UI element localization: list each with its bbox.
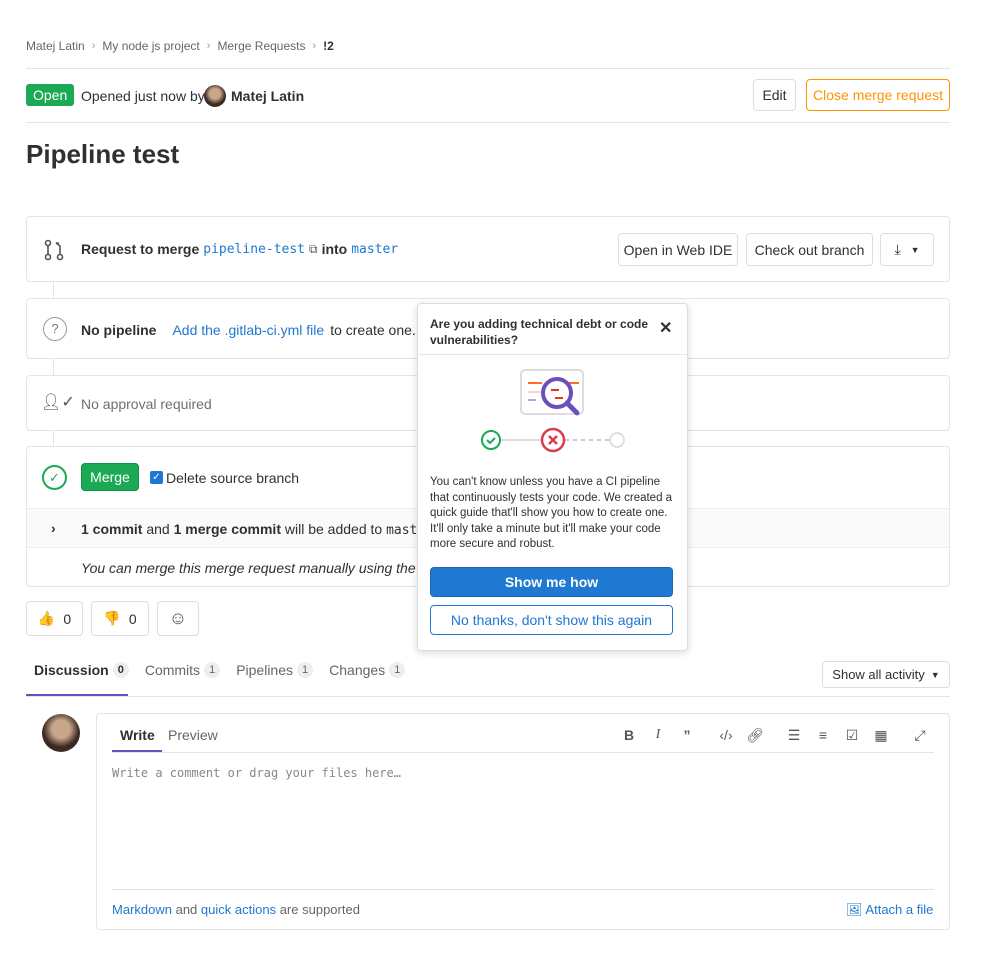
- chevron-down-icon: ▼: [930, 669, 940, 680]
- thumbs-down-count: 0: [128, 610, 137, 627]
- chevron-right-icon: ›: [312, 40, 317, 52]
- manual-merge-text: You can merge this merge request manuall…: [81, 560, 416, 576]
- merge-commit-count: 1 merge commit: [173, 521, 281, 537]
- task-list-icon[interactable]: ☑: [842, 727, 862, 744]
- close-icon[interactable]: ✕: [659, 318, 672, 338]
- activity-filter-dropdown[interactable]: Show all activity ▼: [822, 661, 950, 688]
- divider: [26, 68, 950, 69]
- image-icon: 🖼︎: [846, 902, 863, 917]
- approval-icon: 👤︎✓: [41, 394, 75, 411]
- edit-button[interactable]: Edit: [753, 79, 796, 111]
- pipeline-illustration: [481, 369, 625, 453]
- tab-pipelines[interactable]: Pipelines 1: [236, 662, 314, 678]
- commit-count: 1 commit: [81, 521, 143, 537]
- delete-source-label: Delete source branch: [166, 470, 300, 486]
- and-text: and: [175, 902, 198, 917]
- close-merge-request-button[interactable]: Close merge request: [806, 79, 950, 111]
- pipeline-suffix: to create one.: [330, 322, 416, 338]
- into-label: into: [321, 241, 348, 257]
- add-reaction-button[interactable]: ☺: [157, 601, 199, 636]
- thumbs-up-icon: 👍: [37, 610, 56, 626]
- italic-icon[interactable]: I: [648, 727, 668, 744]
- divider: [112, 889, 934, 890]
- supported-text: are supported: [279, 902, 360, 917]
- dismiss-button[interactable]: No thanks, don't show this again: [430, 605, 673, 635]
- divider: [418, 354, 687, 355]
- tab-commits[interactable]: Commits 1: [145, 662, 221, 678]
- tab-discussion[interactable]: Discussion 0: [34, 662, 129, 678]
- and-text: and: [146, 521, 170, 537]
- ci-suggestion-popover: Are you adding technical debt or code vu…: [417, 303, 688, 651]
- source-branch[interactable]: pipeline-test: [203, 242, 305, 257]
- check-circle-icon: ✓: [42, 465, 67, 490]
- caret-down-icon: ▼: [910, 244, 920, 255]
- show-me-how-button[interactable]: Show me how: [430, 567, 673, 597]
- chevron-right-icon[interactable]: ›: [51, 520, 56, 536]
- merge-prefix: Request to merge: [81, 241, 200, 257]
- thumbs-up-count: 0: [63, 610, 72, 627]
- tabs: Discussion 0 Commits 1 Pipelines 1 Changes 1: [34, 662, 406, 678]
- current-user-avatar: [42, 714, 80, 752]
- smiley-icon: ☺: [168, 608, 188, 628]
- thumbs-up-button[interactable]: 👍 0: [26, 601, 83, 636]
- tab-changes[interactable]: Changes 1: [329, 662, 406, 678]
- quick-actions-link[interactable]: quick actions: [201, 902, 276, 917]
- download-dropdown[interactable]: ⤓ ▼: [880, 233, 934, 266]
- divider: [112, 752, 934, 753]
- breadcrumb-item[interactable]: Merge Requests: [217, 39, 305, 53]
- status-badge: Open: [26, 84, 75, 106]
- page-title: Pipeline test: [26, 139, 180, 169]
- numbered-list-icon[interactable]: ≡: [813, 727, 833, 744]
- preview-tab[interactable]: Preview: [168, 727, 218, 743]
- opened-text: Opened just now by: [81, 88, 205, 104]
- fullscreen-icon[interactable]: ⤢: [910, 727, 930, 744]
- thumbs-down-button[interactable]: 👎 0: [91, 601, 149, 636]
- attach-file-button[interactable]: 🖼︎ Attach a file: [846, 902, 933, 918]
- no-pipeline-label: No pipeline: [81, 322, 157, 338]
- bold-icon[interactable]: B: [619, 727, 639, 744]
- active-tab-indicator: [26, 694, 128, 696]
- breadcrumb-item[interactable]: Matej Latin: [26, 39, 85, 53]
- comment-form: Write Preview B I ” ‹/› 🔗︎ ☰ ≡ ☑ ▦ ⤢ Wri…: [96, 713, 950, 930]
- add-gitlab-ci-link[interactable]: Add the .gitlab-ci.yml file: [172, 322, 324, 338]
- breadcrumb-item[interactable]: My node js project: [102, 39, 199, 53]
- thumbs-down-icon: 👎: [103, 610, 121, 626]
- breadcrumb: Matej Latin › My node js project › Merge R…: [26, 39, 334, 53]
- open-web-ide-button[interactable]: Open in Web IDE: [618, 233, 738, 266]
- divider: [26, 122, 950, 123]
- merge-info-widget: Request to merge pipeline-test ⧉ into ma…: [26, 216, 950, 282]
- markdown-link[interactable]: Markdown: [112, 902, 172, 917]
- download-icon: ⤓: [894, 241, 901, 257]
- approval-text: No approval required: [81, 396, 212, 412]
- popover-title: Are you adding technical debt or code vu…: [430, 317, 649, 347]
- popover-body: You can't know unless you have a CI pipe…: [430, 476, 673, 550]
- quote-icon[interactable]: ”: [677, 727, 697, 744]
- write-tab[interactable]: Write: [120, 727, 155, 743]
- target-branch[interactable]: master: [351, 242, 398, 257]
- link-icon[interactable]: 🔗︎: [745, 727, 765, 744]
- added-to-text: will be added to: [284, 521, 383, 537]
- tabs-divider: [26, 696, 950, 697]
- delete-source-checkbox[interactable]: ✓: [150, 471, 163, 484]
- chevron-right-icon: ›: [206, 40, 211, 52]
- code-icon[interactable]: ‹/›: [716, 727, 736, 744]
- chevron-right-icon: ›: [91, 40, 96, 52]
- question-icon: ?: [43, 317, 67, 341]
- copy-icon[interactable]: ⧉: [309, 242, 318, 257]
- table-icon[interactable]: ▦: [871, 727, 891, 744]
- merge-button[interactable]: Merge: [81, 463, 139, 491]
- comment-textarea[interactable]: Write a comment or drag your files here…: [112, 766, 401, 780]
- merge-request-icon: [44, 239, 64, 261]
- author-name[interactable]: Matej Latin: [231, 88, 304, 104]
- check-out-branch-button[interactable]: Check out branch: [746, 233, 873, 266]
- breadcrumb-item[interactable]: !2: [323, 39, 334, 53]
- bullet-list-icon[interactable]: ☰: [784, 727, 804, 744]
- avatar[interactable]: [204, 85, 226, 107]
